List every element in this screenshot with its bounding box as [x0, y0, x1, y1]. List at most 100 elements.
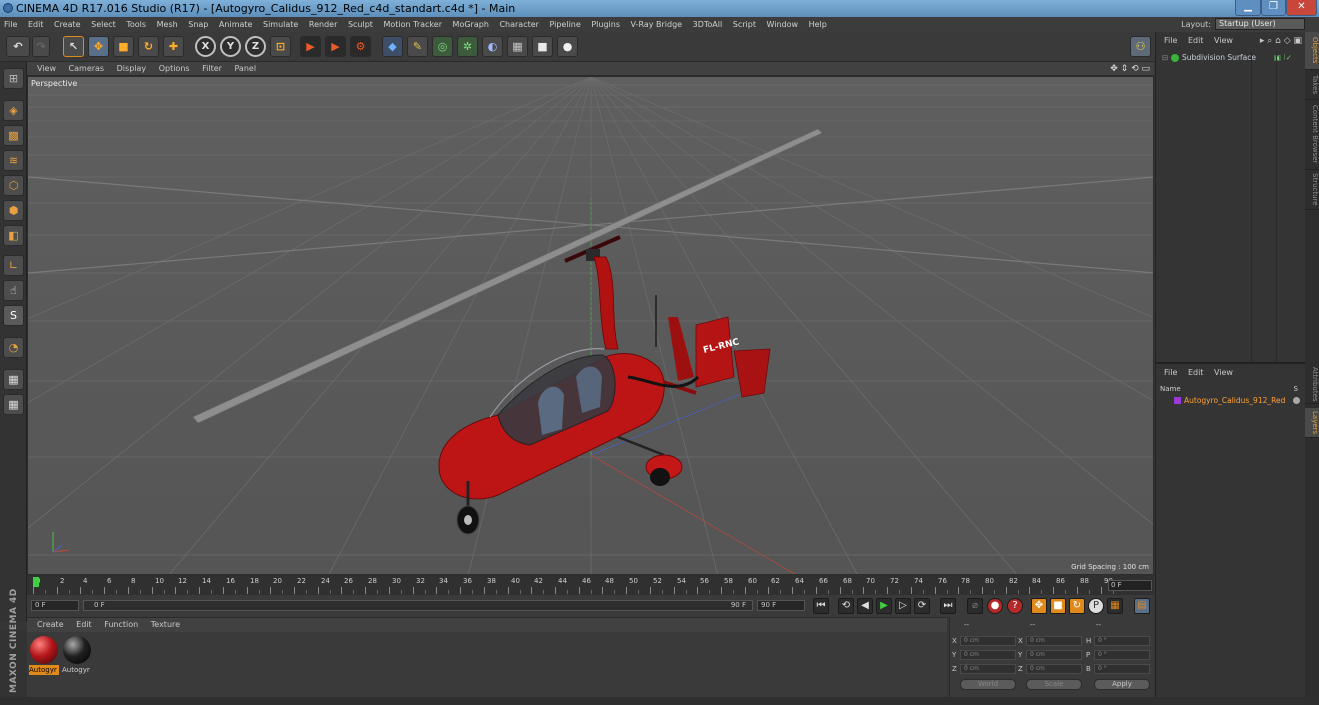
model-mode-icon[interactable]: ◈ [3, 100, 24, 121]
last-tool-icon[interactable]: ✚ [163, 36, 184, 57]
menu-mograph[interactable]: MoGraph [453, 20, 489, 29]
light-icon[interactable]: ● [557, 36, 578, 57]
menu-sculpt[interactable]: Sculpt [348, 20, 373, 29]
rotation-b-field[interactable]: 0 ° [1094, 664, 1150, 674]
tab-objects[interactable]: Objects [1305, 32, 1319, 70]
viewport-menu-filter[interactable]: Filter [202, 64, 222, 73]
subdivision-surface-icon[interactable]: ◎ [432, 36, 453, 57]
frame-range-slider[interactable]: 0 F 90 F [83, 600, 753, 611]
live-selection-icon[interactable]: ↖ [63, 36, 84, 57]
snapping-icon[interactable]: S [3, 305, 24, 326]
playhead[interactable] [33, 577, 39, 587]
z-axis-lock-button[interactable]: Z [245, 36, 266, 57]
position-x-field[interactable]: 0 cm [960, 636, 1016, 646]
key-pla-icon[interactable]: ▦ [1107, 598, 1123, 614]
previous-key-icon[interactable]: ⟲ [838, 598, 854, 614]
menu-vray-bridge[interactable]: V-Ray Bridge [631, 20, 683, 29]
lock-workplane-icon[interactable]: ▦ [3, 369, 24, 390]
start-frame-field[interactable]: 0 F [31, 600, 79, 611]
menu-help[interactable]: Help [809, 20, 827, 29]
tab-takes[interactable]: Takes [1305, 70, 1319, 100]
menu-edit[interactable]: Edit [28, 20, 44, 29]
menu-plugins[interactable]: Plugins [591, 20, 620, 29]
object-row-subdivision-surface[interactable]: ⊟ Subdivision Surface ▣ ⁝✓ [1158, 52, 1304, 64]
edges-mode-icon[interactable]: ⬢ [3, 200, 24, 221]
next-key-icon[interactable]: ⟳ [914, 598, 930, 614]
rotate-tool-icon[interactable]: ↻ [138, 36, 159, 57]
tab-attributes[interactable]: Attributes [1305, 364, 1319, 404]
coordinate-system-icon[interactable]: ⊡ [270, 36, 291, 57]
material-swatch[interactable]: Autogyr [29, 635, 59, 677]
viewport-navigation-icons[interactable]: ✥ ⇕ ⟲ ▭ [1110, 62, 1150, 76]
menu-tools[interactable]: Tools [126, 20, 146, 29]
cloner-icon[interactable]: ✲ [457, 36, 478, 57]
object-search-icons[interactable]: ▸ ⌕ ⌂ ◇ ▣ [1260, 34, 1302, 48]
floor-icon[interactable]: ▦ [507, 36, 528, 57]
material-menu-edit[interactable]: Edit [76, 620, 92, 629]
material-menu-function[interactable]: Function [104, 620, 138, 629]
key-parameter-icon[interactable]: P [1088, 598, 1104, 614]
y-axis-lock-button[interactable]: Y [220, 36, 241, 57]
menu-render[interactable]: Render [309, 20, 337, 29]
python-icon[interactable]: ⚇ [1130, 36, 1151, 57]
menu-mesh[interactable]: Mesh [157, 20, 178, 29]
key-rotation-icon[interactable]: ↻ [1069, 598, 1085, 614]
scale-mode-select[interactable]: Scale [1026, 679, 1082, 690]
workplane-lock-icon[interactable]: ◔ [3, 337, 24, 358]
cube-primitive-icon[interactable]: ◆ [382, 36, 403, 57]
menu-character[interactable]: Character [499, 20, 539, 29]
planar-workplane-icon[interactable]: ▦ [3, 394, 24, 415]
workplane-mode-icon[interactable]: ≋ [3, 150, 24, 171]
material-swatch[interactable]: Autogyr [62, 635, 92, 677]
menu-file[interactable]: File [4, 20, 17, 29]
timeline-window-icon[interactable]: ▤ [1134, 598, 1150, 614]
position-y-field[interactable]: 0 cm [960, 650, 1016, 660]
object-menu-edit[interactable]: Edit [1188, 36, 1204, 45]
points-mode-icon[interactable]: ⬡ [3, 175, 24, 196]
perspective-viewport[interactable]: FL-RNC Perspective Grid Spacing : 100 cm [27, 76, 1154, 575]
pen-spline-icon[interactable]: ✎ [407, 36, 428, 57]
object-menu-view[interactable]: View [1214, 36, 1233, 45]
expand-icon[interactable]: ⊟ [1162, 52, 1168, 64]
material-menu-create[interactable]: Create [37, 620, 64, 629]
position-z-field[interactable]: 0 cm [960, 664, 1016, 674]
layer-row-autogyro[interactable]: Autogyro_Calidus_912_Red [1156, 395, 1306, 406]
go-to-start-icon[interactable]: ⏮ [813, 598, 829, 614]
tab-structure[interactable]: Structure [1305, 170, 1319, 210]
layout-select[interactable]: Startup (User) [1215, 18, 1305, 30]
size-x-field[interactable]: 0 cm [1026, 636, 1082, 646]
viewport-menu-display[interactable]: Display [117, 64, 147, 73]
x-axis-lock-button[interactable]: X [195, 36, 216, 57]
record-active-objects-icon[interactable]: ● [987, 598, 1003, 614]
tweak-mode-icon[interactable]: ☝ [3, 280, 24, 301]
menu-simulate[interactable]: Simulate [263, 20, 298, 29]
menu-3dtoall[interactable]: 3DToAll [693, 20, 723, 29]
record-key-disabled-icon[interactable]: ⌀ [967, 598, 983, 614]
go-to-end-icon[interactable]: ⏭ [940, 598, 956, 614]
menu-motion-tracker[interactable]: Motion Tracker [383, 20, 442, 29]
layer-menu-view[interactable]: View [1214, 368, 1233, 377]
make-editable-icon[interactable]: ⊞ [3, 68, 24, 89]
previous-frame-icon[interactable]: ◀ [857, 598, 873, 614]
rotation-h-field[interactable]: 0 ° [1094, 636, 1150, 646]
minimize-button[interactable]: ▁ [1235, 0, 1261, 16]
menu-create[interactable]: Create [54, 20, 81, 29]
play-icon[interactable]: ▶ [876, 598, 892, 614]
key-position-icon[interactable]: ✥ [1031, 598, 1047, 614]
menu-animate[interactable]: Animate [219, 20, 253, 29]
render-settings-icon[interactable]: ⚙ [350, 36, 371, 57]
material-menu-texture[interactable]: Texture [151, 620, 180, 629]
menu-select[interactable]: Select [91, 20, 116, 29]
menu-script[interactable]: Script [733, 20, 756, 29]
viewport-menu-panel[interactable]: Panel [234, 64, 256, 73]
render-picture-viewer-icon[interactable]: ▶ [325, 36, 346, 57]
camera-icon[interactable]: ■ [532, 36, 553, 57]
menu-window[interactable]: Window [767, 20, 799, 29]
polygons-mode-icon[interactable]: ◧ [3, 225, 24, 246]
viewport-menu-view[interactable]: View [37, 64, 56, 73]
viewport-menu-cameras[interactable]: Cameras [69, 64, 105, 73]
render-view-icon[interactable]: ▶ [300, 36, 321, 57]
menu-pipeline[interactable]: Pipeline [549, 20, 580, 29]
undo-icon[interactable]: ↶ [6, 36, 30, 57]
menu-snap[interactable]: Snap [188, 20, 208, 29]
